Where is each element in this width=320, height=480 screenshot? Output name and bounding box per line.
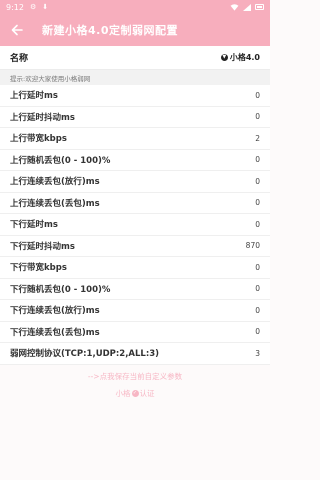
author-credit: 小格 ✓ 认证 (0, 388, 270, 399)
param-value[interactable]: 0 (255, 284, 260, 293)
param-value[interactable]: 0 (255, 91, 260, 100)
wifi-icon (230, 3, 239, 11)
name-value-text: 小格4.0 (229, 53, 260, 62)
param-row-downlink-delay[interactable]: 下行延时ms 0 (0, 214, 270, 236)
param-value[interactable]: 0 (255, 177, 260, 186)
app-bar: 新建小格4.0定制弱网配置 (0, 14, 270, 46)
param-value[interactable]: 0 (255, 220, 260, 229)
gear-icon: ⚙ (29, 2, 37, 11)
param-label: 下行带宽kbps (10, 263, 67, 274)
param-row-uplink-bandwidth[interactable]: 上行带宽kbps 2 (0, 128, 270, 150)
download-icon: ⬇ (42, 2, 49, 11)
param-label: 下行连续丢包(放行)ms (10, 306, 100, 317)
status-bar: 9:12 ⚙ ⬇ (0, 0, 270, 14)
param-label: 上行延时抖动ms (10, 112, 75, 123)
param-label: 下行延时ms (10, 220, 58, 231)
param-label: 上行随机丢包(0 - 100)% (10, 155, 111, 166)
arrow-left-icon[interactable] (10, 23, 24, 37)
param-value[interactable]: 3 (255, 349, 260, 358)
param-value[interactable]: 0 (255, 155, 260, 164)
param-list: 上行延时ms 0 上行延时抖动ms 0 上行带宽kbps 2 上行随机丢包(0 … (0, 85, 270, 365)
param-label: 下行延时抖动ms (10, 241, 75, 252)
battery-icon (255, 4, 264, 10)
param-value[interactable]: 0 (255, 263, 260, 272)
param-row-downlink-jitter[interactable]: 下行延时抖动ms 870 (0, 236, 270, 257)
param-value[interactable]: 870 (246, 241, 260, 250)
status-time: 9:12 (6, 2, 24, 12)
badge-icon: ▼ (220, 54, 228, 61)
param-value[interactable]: 0 (255, 198, 260, 207)
param-row-downlink-burst-pass[interactable]: 下行连续丢包(放行)ms 0 (0, 300, 270, 322)
verified-icon: ✓ (131, 389, 139, 397)
param-row-protocol[interactable]: 弱网控制协议(TCP:1,UDP:2,ALL:3) 3 (0, 343, 270, 365)
name-value[interactable]: ▼ 小格4.0 (220, 52, 260, 63)
param-label: 上行连续丢包(丢包)ms (10, 198, 100, 209)
author-prefix: 小格 (115, 388, 131, 398)
hint-text: 提示:欢迎大家使用小格弱网 (0, 70, 270, 85)
param-value[interactable]: 2 (255, 134, 260, 143)
param-row-downlink-bandwidth[interactable]: 下行带宽kbps 0 (0, 257, 270, 279)
param-value[interactable]: 0 (255, 306, 260, 315)
signal-icon (243, 3, 251, 11)
footer: -->点我保存当前自定义参数 小格 ✓ 认证 (0, 365, 270, 399)
param-value[interactable]: 0 (255, 112, 260, 121)
param-label: 上行连续丢包(放行)ms (10, 177, 100, 188)
param-label: 上行延时ms (10, 91, 58, 102)
param-value[interactable]: 0 (255, 327, 260, 336)
author-suffix: 认证 (139, 388, 155, 398)
page-title: 新建小格4.0定制弱网配置 (42, 24, 178, 37)
param-label: 弱网控制协议(TCP:1,UDP:2,ALL:3) (10, 349, 160, 360)
param-row-uplink-random-loss[interactable]: 上行随机丢包(0 - 100)% 0 (0, 150, 270, 171)
param-row-downlink-burst-drop[interactable]: 下行连续丢包(丢包)ms 0 (0, 322, 270, 343)
param-row-uplink-delay[interactable]: 上行延时ms 0 (0, 85, 270, 107)
param-label: 下行随机丢包(0 - 100)% (10, 284, 111, 295)
param-label: 上行带宽kbps (10, 134, 67, 145)
param-row-uplink-burst-pass[interactable]: 上行连续丢包(放行)ms 0 (0, 171, 270, 193)
param-row-uplink-burst-drop[interactable]: 上行连续丢包(丢包)ms 0 (0, 193, 270, 214)
name-label: 名称 (10, 54, 29, 64)
param-row-downlink-random-loss[interactable]: 下行随机丢包(0 - 100)% 0 (0, 279, 270, 300)
param-label: 下行连续丢包(丢包)ms (10, 327, 100, 338)
save-params-link[interactable]: -->点我保存当前自定义参数 (0, 371, 270, 382)
param-row-uplink-jitter[interactable]: 上行延时抖动ms 0 (0, 107, 270, 128)
name-row[interactable]: 名称 ▼ 小格4.0 (0, 46, 270, 70)
